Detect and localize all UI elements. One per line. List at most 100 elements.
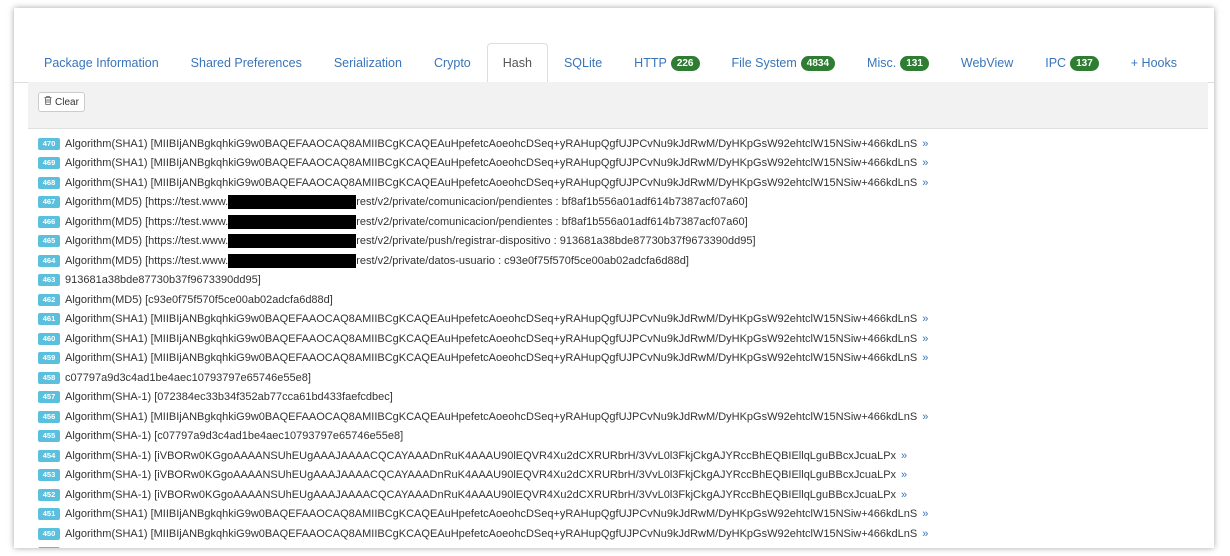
- entry-number-badge: 455: [38, 430, 60, 443]
- log-text: Algorithm(SHA1) [MIIBIjANBgkqhkiG9w0BAQE…: [65, 410, 918, 423]
- tab-webview[interactable]: WebView: [945, 43, 1029, 83]
- entry-number-badge: 466: [38, 215, 60, 228]
- log-text: rest/v2/private/push/registrar-dispositi…: [356, 235, 756, 248]
- expand-link[interactable]: »: [922, 508, 928, 520]
- log-text: Algorithm(SHA-1) [072384ec33b34f352ab77c…: [65, 391, 393, 404]
- expand-link[interactable]: »: [922, 138, 928, 150]
- redaction-bar: [228, 234, 357, 249]
- log-text: c07797a9d3c4ad1be4aec10793797e65746e55e8…: [65, 371, 311, 384]
- log-row: 459 Algorithm(SHA1) [MIIBIjANBgkqhkiG9w0B…: [38, 349, 1214, 369]
- tab-add-hooks[interactable]: + Hooks: [1115, 43, 1193, 83]
- tab-bar: Package Information Shared Preferences S…: [14, 42, 1214, 83]
- entry-number-badge: 453: [38, 469, 60, 482]
- count-badge: 137: [1070, 55, 1099, 71]
- log-text: Algorithm(SHA1) [MIIBIjANBgkqhkiG9w0BAQE…: [65, 137, 918, 150]
- tab-label: Package Information: [44, 56, 159, 70]
- log-text: Algorithm(SHA1) [MIIBIjANBgkqhkiG9w0BAQE…: [65, 352, 918, 365]
- entry-number-badge: 451: [38, 508, 60, 521]
- entry-number-badge: 450: [38, 527, 60, 540]
- log-text: Algorithm(SHA1) [MIIBIjANBgkqhkiG9w0BAQE…: [65, 508, 918, 521]
- expand-link[interactable]: »: [901, 489, 907, 501]
- expand-link[interactable]: »: [922, 528, 928, 540]
- log-row: 462 Algorithm(MD5) [c93e0f75f570f5ce00ab0…: [38, 290, 1214, 310]
- log-text: Algorithm(SHA1) [MIIBIjANBgkqhkiG9w0BAQE…: [65, 176, 918, 189]
- trash-icon: [44, 96, 52, 108]
- log-row: 463 913681a38bde87730b37f9673390dd95]: [38, 271, 1214, 291]
- log-text: Algorithm(SHA1) [MIIBIjANBgkqhkiG9w0BAQE…: [65, 547, 917, 548]
- entry-number-badge: 459: [38, 352, 60, 365]
- tab-label: Hash: [502, 56, 532, 70]
- expand-link[interactable]: »: [901, 450, 907, 462]
- entry-number-badge: 452: [38, 488, 60, 501]
- tab-label: WebView: [960, 56, 1014, 70]
- redaction-bar: [228, 214, 357, 229]
- entry-number-badge: 465: [38, 235, 60, 248]
- tab-sqlite[interactable]: SQLite: [548, 43, 618, 83]
- tab-shared-preferences[interactable]: Shared Preferences: [175, 43, 318, 83]
- entry-number-badge: 460: [38, 332, 60, 345]
- expand-link[interactable]: »: [922, 157, 928, 169]
- entry-number-badge: 463: [38, 274, 60, 287]
- log-text: Algorithm(SHA-1) [c07797a9d3c4ad1be4aec1…: [65, 430, 404, 443]
- tab-label: IPC: [1045, 56, 1067, 70]
- clear-button[interactable]: Clear: [38, 92, 85, 112]
- hash-log: 470 Algorithm(SHA1) [MIIBIjANBgkqhkiG9w0B…: [38, 134, 1214, 548]
- log-text: rest/v2/private/comunicacion/pendientes …: [356, 196, 748, 209]
- count-badge: 226: [670, 55, 700, 71]
- log-row: 467 Algorithm(MD5) [https://test.www. rest…: [38, 193, 1214, 213]
- log-text: Algorithm(SHA-1) [iVBORw0KGgoAAAANSUhEUg…: [65, 469, 897, 482]
- log-row: 449 Algorithm(SHA1) [MIIBIjANBgkqhkiG9w0B…: [38, 544, 1214, 548]
- entry-number-badge: 469: [38, 157, 60, 170]
- log-text: Algorithm(SHA1) [MIIBIjANBgkqhkiG9w0BAQE…: [65, 313, 918, 326]
- tab-label: Shared Preferences: [190, 56, 302, 70]
- log-text: Algorithm(MD5) [https://test.www.: [65, 254, 229, 267]
- log-text: Algorithm(SHA1) [MIIBIjANBgkqhkiG9w0BAQE…: [65, 332, 918, 345]
- log-text: Algorithm(SHA-1) [iVBORw0KGgoAAAANSUhEUg…: [65, 488, 897, 501]
- tab-file-system[interactable]: File System 4834: [716, 43, 852, 83]
- expand-link[interactable]: »: [922, 547, 928, 548]
- tab-hash[interactable]: Hash: [486, 43, 548, 83]
- entry-number-badge: 458: [38, 371, 60, 384]
- entry-number-badge: 457: [38, 391, 60, 404]
- entry-number-badge: 461: [38, 313, 60, 326]
- hash-panel: Package Information Shared Preferences S…: [14, 8, 1214, 548]
- expand-link[interactable]: »: [922, 177, 928, 189]
- tab-label: Misc.: [867, 56, 897, 70]
- entry-number-badge: 467: [38, 196, 60, 209]
- redaction-bar: [228, 195, 357, 210]
- log-row: 468 Algorithm(SHA1) [MIIBIjANBgkqhkiG9w0B…: [38, 173, 1214, 193]
- tab-crypto[interactable]: Crypto: [418, 43, 487, 83]
- log-row: 454 Algorithm(SHA-1) [iVBORw0KGgoAAAANSUh…: [38, 446, 1214, 466]
- log-row: 469 Algorithm(SHA1) [MIIBIjANBgkqhkiG9w0B…: [38, 154, 1214, 174]
- clear-label: Clear: [55, 96, 79, 108]
- expand-link[interactable]: »: [922, 411, 928, 423]
- tab-label: File System: [731, 56, 797, 70]
- log-text: rest/v2/private/comunicacion/pendientes …: [356, 215, 748, 228]
- tab-serialization[interactable]: Serialization: [318, 43, 418, 83]
- tab-label: SQLite: [563, 56, 603, 70]
- entry-number-badge: 470: [38, 137, 60, 150]
- log-row: 466 Algorithm(MD5) [https://test.www. rest…: [38, 212, 1214, 232]
- tab-label: Crypto: [433, 56, 471, 70]
- tab-misc[interactable]: Misc. 131: [851, 43, 945, 83]
- expand-link[interactable]: »: [901, 469, 907, 481]
- log-row: 456 Algorithm(SHA1) [MIIBIjANBgkqhkiG9w0B…: [38, 407, 1214, 427]
- log-text: Algorithm(MD5) [https://test.www.: [65, 235, 229, 248]
- log-row: 464 Algorithm(MD5) [https://test.www. rest…: [38, 251, 1214, 271]
- log-text: Algorithm(SHA1) [MIIBIjANBgkqhkiG9w0BAQE…: [65, 527, 918, 540]
- log-text: Algorithm(SHA-1) [iVBORw0KGgoAAAANSUhEUg…: [65, 449, 897, 462]
- tab-http[interactable]: HTTP 226: [618, 43, 715, 83]
- tab-label: Serialization: [333, 56, 402, 70]
- tab-ipc[interactable]: IPC 137: [1029, 43, 1115, 83]
- tab-package-information[interactable]: Package Information: [28, 43, 175, 83]
- expand-link[interactable]: »: [922, 313, 928, 325]
- log-row: 460 Algorithm(SHA1) [MIIBIjANBgkqhkiG9w0B…: [38, 329, 1214, 349]
- entry-number-badge: 449: [38, 547, 60, 548]
- log-row: 450 Algorithm(SHA1) [MIIBIjANBgkqhkiG9w0B…: [38, 524, 1214, 544]
- log-row: 452 Algorithm(SHA-1) [iVBORw0KGgoAAAANSUh…: [38, 485, 1214, 505]
- expand-link[interactable]: »: [922, 333, 928, 345]
- log-row: 465 Algorithm(MD5) [https://test.www. rest…: [38, 232, 1214, 252]
- expand-link[interactable]: »: [922, 352, 928, 364]
- entry-number-badge: 468: [38, 176, 60, 189]
- entry-number-badge: 454: [38, 449, 60, 462]
